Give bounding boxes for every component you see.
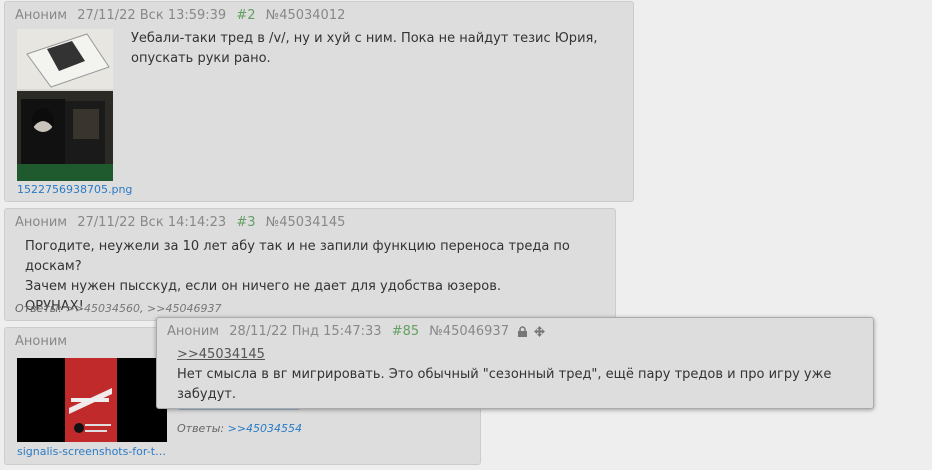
post-header: Аноним 27/11/22 Вск 13:59:39 #2 №4503401… — [15, 8, 351, 23]
post-date: 27/11/22 Вск 14:14:23 — [77, 215, 227, 230]
post-image-thumbnail[interactable] — [17, 29, 113, 181]
post-text: Уебали-таки тред в /v/, ну и хуй с ним. … — [131, 29, 597, 69]
post-header: Аноним — [15, 334, 73, 349]
replies-label: Ответы: — [15, 302, 63, 315]
post-number-link[interactable]: #85 — [392, 324, 419, 339]
post-date: 27/11/22 Вск 13:59:39 — [77, 8, 227, 23]
reply-link[interactable]: >>45034554 — [228, 422, 302, 435]
replies-label: Ответы: — [177, 422, 225, 435]
reply-link[interactable]: >>45034560 — [66, 302, 140, 315]
post-2: Аноним 27/11/22 Вск 13:59:39 #2 №4503401… — [4, 1, 634, 202]
post-text-line: Уебали-таки тред в /v/, ну и хуй с ним. … — [131, 31, 598, 46]
post-author: Аноним — [15, 334, 68, 349]
post-text-line: опускать руки рано. — [131, 51, 271, 66]
post-text-line: Нет смысла в вг мигрировать. Это обычный… — [177, 367, 832, 382]
post-image-filename[interactable]: 1522756938705.png — [17, 183, 132, 196]
reply-link[interactable]: >>45046937 — [147, 302, 221, 315]
post-id-link[interactable]: №45046937 — [429, 324, 509, 339]
post-replies: Ответы: >>45034554 — [177, 422, 302, 435]
post-author: Аноним — [167, 324, 220, 339]
post-author: Аноним — [15, 8, 68, 23]
post-id-link[interactable]: №45034012 — [266, 8, 346, 23]
post-text-line: Погодите, неужели за 10 лет абу так и не… — [25, 239, 570, 274]
post-replies: Ответы: >>45034560, >>45046937 — [15, 302, 222, 315]
post-header: Аноним 27/11/22 Вск 14:14:23 #3 №4503414… — [15, 215, 351, 230]
post-text: >>45034145 Нет смысла в вг мигрировать. … — [177, 345, 831, 405]
lock-icon[interactable] — [517, 326, 528, 337]
post-date: 28/11/22 Пнд 15:47:33 — [229, 324, 382, 339]
post-text-line: забудут. — [177, 387, 236, 402]
post-number-link[interactable]: #3 — [236, 215, 255, 230]
post-number-link[interactable]: #2 — [236, 8, 255, 23]
post-author: Аноним — [15, 215, 68, 230]
post-text-line: Зачем нужен пысскуд, если он ничего не д… — [25, 279, 501, 294]
post-image-thumbnail[interactable] — [17, 358, 167, 442]
post-header: Аноним 28/11/22 Пнд 15:47:33 #85 №450469… — [167, 324, 546, 339]
post-image-filename[interactable]: signalis-screenshots-for-t… — [17, 445, 166, 458]
move-icon[interactable] — [534, 326, 546, 337]
reply-reference-link[interactable]: >>45034145 — [177, 347, 265, 362]
post-preview-popup[interactable]: Аноним 28/11/22 Пнд 15:47:33 #85 №450469… — [156, 317, 874, 409]
post-id-link[interactable]: №45034145 — [266, 215, 346, 230]
post-3: Аноним 27/11/22 Вск 14:14:23 #3 №4503414… — [4, 208, 616, 321]
